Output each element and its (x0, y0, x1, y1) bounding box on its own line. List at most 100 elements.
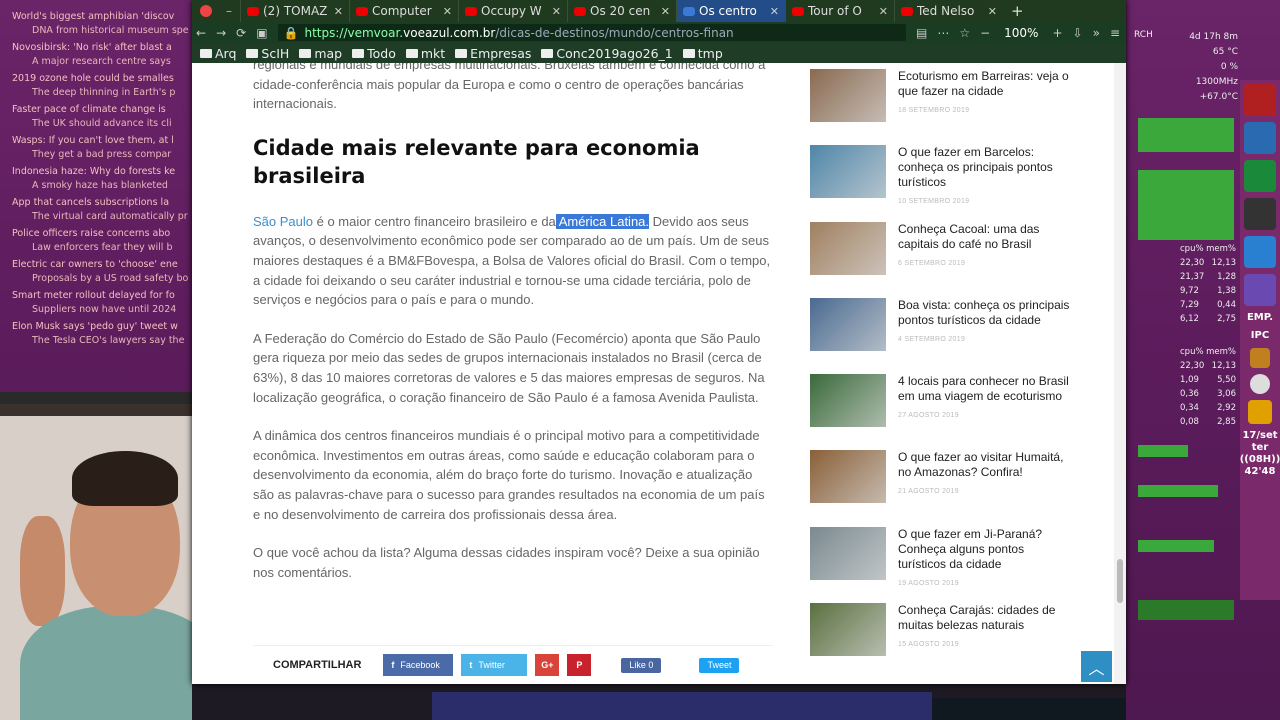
related-post-card[interactable]: O que fazer em Barcelos: conheça os prin… (810, 139, 1070, 215)
related-post-card[interactable]: O que fazer ao visitar Humaitá, no Amazo… (810, 444, 1070, 520)
related-post-card[interactable]: Conheça Cacoal: uma das capitais do café… (810, 216, 1070, 292)
tab-5[interactable]: Tour of O ✕ (785, 0, 894, 22)
pinterest-share-button[interactable]: P (567, 654, 592, 676)
close-tab-icon[interactable]: ✕ (770, 5, 779, 18)
related-post-card[interactable]: O que fazer em Ji-Paraná? Conheça alguns… (810, 521, 1070, 597)
post-title[interactable]: Ecoturismo em Barreiras: veja o que faze… (898, 69, 1070, 99)
tab-3[interactable]: Os 20 cen ✕ (567, 0, 676, 22)
webcam-titlebar[interactable] (0, 392, 192, 404)
post-thumbnail[interactable] (810, 221, 886, 275)
post-title[interactable]: Boa vista: conheça os principais pontos … (898, 298, 1070, 328)
tweet-button[interactable]: Tweet (699, 657, 740, 673)
window-app-icon[interactable] (1244, 274, 1276, 306)
close-tab-icon[interactable]: ✕ (879, 5, 888, 18)
tab-1[interactable]: Computer ✕ (349, 0, 458, 22)
bookmark-2[interactable]: map (299, 46, 342, 61)
vi-app-icon[interactable] (1244, 122, 1276, 154)
mario-app-icon[interactable] (1244, 84, 1276, 116)
vim-app-icon[interactable] (1244, 160, 1276, 192)
post-thumbnail[interactable] (810, 603, 886, 657)
bookmark-3[interactable]: Todo (352, 46, 396, 61)
back-arrow-icon[interactable]: ← (196, 26, 206, 40)
volume-icon[interactable] (1248, 400, 1272, 424)
zoom-level[interactable]: 100% (1000, 26, 1042, 40)
sao-paulo-link[interactable]: São Paulo (253, 214, 313, 229)
tab-6[interactable]: Ted Nelso ✕ (894, 0, 1003, 22)
news-item[interactable]: Police officers raise concerns abo Law en… (0, 227, 192, 258)
news-headline[interactable]: App that cancels subscriptions la (12, 196, 192, 210)
close-tab-icon[interactable]: ✕ (988, 5, 997, 18)
related-post-card[interactable]: Conheça Carajás: cidades de muitas belez… (810, 597, 1070, 673)
news-headline[interactable]: Faster pace of climate change is (12, 103, 192, 117)
zoom-out-icon[interactable]: − (980, 26, 990, 40)
related-post-card[interactable]: Ecoturismo em Barreiras: veja o que faze… (810, 63, 1070, 139)
overflow-menu-icon[interactable]: » (1093, 26, 1100, 40)
zoom-in-icon[interactable]: + (1052, 26, 1062, 40)
news-item[interactable]: Indonesia haze: Why do forests ke A smoky… (0, 165, 192, 196)
news-item[interactable]: World's biggest amphibian 'discov DNA fro… (0, 10, 192, 41)
post-thumbnail[interactable] (810, 374, 886, 428)
bookmark-4[interactable]: mkt (405, 46, 445, 61)
related-post-card[interactable]: Boa vista: conheça os principais pontos … (810, 292, 1070, 368)
google-plus-share-button[interactable]: G+ (535, 654, 560, 676)
forward-arrow-icon[interactable]: → (216, 26, 226, 40)
news-headline[interactable]: Police officers raise concerns abo (12, 227, 192, 241)
news-headline[interactable]: Elon Musk says 'pedo guy' tweet w (12, 320, 192, 334)
post-title[interactable]: O que fazer ao visitar Humaitá, no Amazo… (898, 450, 1070, 480)
tab-overview-icon[interactable]: ▣ (256, 26, 267, 40)
reload-icon[interactable]: ⟳ (236, 26, 246, 40)
news-headline[interactable]: World's biggest amphibian 'discov (12, 10, 192, 24)
post-title[interactable]: 4 locais para conhecer no Brasil em uma … (898, 374, 1070, 404)
page-actions-icon[interactable]: ⋯ (937, 26, 949, 40)
post-thumbnail[interactable] (810, 145, 886, 199)
tab-4[interactable]: Os centro ✕ (676, 0, 785, 22)
tab-0[interactable]: (2) TOMAZ ✕ (240, 0, 349, 22)
news-item[interactable]: 2019 ozone hole could be smalles The deep… (0, 72, 192, 103)
news-item[interactable]: Novosibirsk: 'No risk' after blast aA ma… (0, 41, 192, 72)
back-to-top-button[interactable]: ︿ (1081, 651, 1112, 682)
close-window-icon[interactable] (200, 5, 212, 17)
close-tab-icon[interactable]: ✕ (661, 5, 670, 18)
news-headline[interactable]: Electric car owners to 'choose' ene (12, 258, 192, 272)
post-thumbnail[interactable] (810, 297, 886, 351)
close-tab-icon[interactable]: ✕ (443, 5, 452, 18)
bookmark-7[interactable]: tmp (682, 46, 723, 61)
minimize-window-icon[interactable]: – (226, 4, 232, 18)
reader-mode-icon[interactable]: ▤ (916, 26, 927, 40)
news-item[interactable]: Elon Musk says 'pedo guy' tweet w The Tes… (0, 320, 192, 351)
news-headline[interactable]: Novosibirsk: 'No risk' after blast a (12, 41, 192, 55)
post-title[interactable]: O que fazer em Barcelos: conheça os prin… (898, 145, 1070, 190)
address-bar[interactable]: 🔒 https://vemvoar.voeazul.com.br/dicas-d… (277, 24, 906, 41)
tab-2[interactable]: Occupy W ✕ (458, 0, 567, 22)
ipc-app-icon[interactable] (1250, 348, 1270, 368)
post-thumbnail[interactable] (810, 526, 886, 580)
post-title[interactable]: Conheça Carajás: cidades de muitas belez… (898, 603, 1070, 633)
compass-app-icon[interactable] (1244, 236, 1276, 268)
bookmark-star-icon[interactable]: ☆ (959, 26, 970, 40)
news-headline[interactable]: Smart meter rollout delayed for fo (12, 289, 192, 303)
post-title[interactable]: Conheça Cacoal: uma das capitais do café… (898, 222, 1070, 252)
news-headline[interactable]: 2019 ozone hole could be smalles (12, 72, 192, 86)
new-tab-button[interactable]: + (1003, 2, 1032, 20)
bookmark-5[interactable]: Empresas (455, 46, 531, 61)
facebook-share-button[interactable]: f Facebook (383, 654, 454, 676)
bookmark-6[interactable]: Conc2019ago26_1 (541, 46, 673, 61)
close-tab-icon[interactable]: ✕ (552, 5, 561, 18)
close-tab-icon[interactable]: ✕ (334, 5, 343, 18)
post-thumbnail[interactable] (810, 450, 886, 504)
scrollbar-thumb[interactable] (1117, 559, 1123, 603)
news-item[interactable]: Electric car owners to 'choose' ene Propo… (0, 258, 192, 289)
news-headline[interactable]: Wasps: If you can't love them, at l (12, 134, 192, 148)
downloads-icon[interactable]: ⇩ (1073, 26, 1083, 40)
news-item[interactable]: Smart meter rollout delayed for fo Suppli… (0, 289, 192, 320)
related-post-card[interactable]: 4 locais para conhecer no Brasil em uma … (810, 368, 1070, 444)
news-item[interactable]: Wasps: If you can't love them, at l They … (0, 134, 192, 165)
post-title[interactable]: O que fazer em Ji-Paraná? Conheça alguns… (898, 527, 1070, 572)
facebook-like-button[interactable]: Like 0 (621, 657, 662, 673)
news-item[interactable]: App that cancels subscriptions la The vir… (0, 196, 192, 227)
post-thumbnail[interactable] (810, 69, 886, 122)
bookmark-0[interactable]: Arq (200, 46, 236, 61)
hamburger-menu-icon[interactable]: ≡ (1110, 26, 1126, 40)
bookmark-1[interactable]: ScIH (246, 46, 289, 61)
news-item[interactable]: Faster pace of climate change is The UK s… (0, 103, 192, 134)
